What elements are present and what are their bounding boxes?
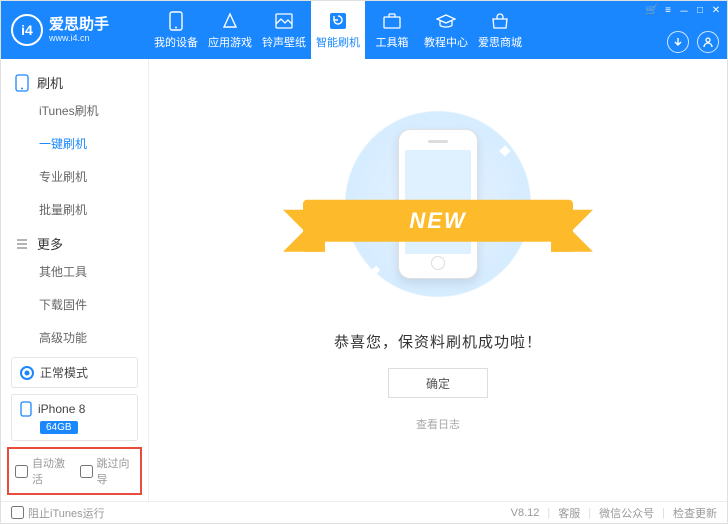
cart-icon[interactable]: 🛒 [647, 5, 657, 15]
sparkle-icon [499, 145, 510, 156]
brand-name: 爱思助手 [49, 17, 109, 33]
user-button[interactable] [697, 31, 719, 53]
view-log-link[interactable]: 查看日志 [416, 416, 460, 432]
menu-icon[interactable]: ≡ [663, 5, 673, 15]
block-itunes-checkbox[interactable]: 阻止iTunes运行 [11, 505, 105, 521]
nav-ringtone[interactable]: 铃声壁纸 [257, 1, 311, 59]
sidebar-item-onekey-flash[interactable]: 一键刷机 [1, 127, 148, 160]
sidebar-item-itunes-flash[interactable]: iTunes刷机 [1, 94, 148, 127]
phone-icon [15, 74, 29, 92]
update-link[interactable]: 检查更新 [673, 505, 717, 521]
graduation-icon [436, 11, 456, 31]
sidebar-item-batch-flash[interactable]: 批量刷机 [1, 193, 148, 226]
wechat-link[interactable]: 微信公众号 [599, 505, 654, 521]
sidebar-item-download-fw[interactable]: 下载固件 [1, 288, 148, 321]
main-panel: NEW 恭喜您，保资料刷机成功啦！ 确定 查看日志 [149, 59, 727, 501]
nav-store[interactable]: 爱思商城 [473, 1, 527, 59]
minimize-icon[interactable]: － [679, 5, 689, 15]
mode-label: 正常模式 [40, 364, 88, 381]
success-message: 恭喜您，保资料刷机成功啦！ [334, 331, 542, 352]
nav-tutorial[interactable]: 教程中心 [419, 1, 473, 59]
sparkle-icon [372, 266, 380, 274]
sidebar-group-more: 更多 [1, 232, 148, 255]
status-bar: 阻止iTunes运行 V8.12 | 客服 | 微信公众号 | 检查更新 [1, 501, 727, 523]
sidebar: 刷机 iTunes刷机 一键刷机 专业刷机 批量刷机 更多 其他工具 下载固件 … [1, 59, 149, 501]
close-icon[interactable]: ✕ [711, 5, 721, 15]
top-nav: 我的设备 应用游戏 铃声壁纸 智能刷机 工具箱 教程中心 爱思商城 [149, 1, 727, 59]
briefcase-icon [382, 11, 402, 31]
nav-toolbox[interactable]: 工具箱 [365, 1, 419, 59]
capacity-badge: 64GB [40, 421, 78, 434]
sparkle-icon [359, 127, 370, 138]
app-header: i4 爱思助手 www.i4.cn 我的设备 应用游戏 铃声壁纸 智能刷机 工具… [1, 1, 727, 59]
brand: i4 爱思助手 www.i4.cn [1, 1, 149, 59]
ok-button[interactable]: 确定 [388, 368, 488, 398]
sidebar-item-other-tools[interactable]: 其他工具 [1, 255, 148, 288]
image-icon [274, 11, 294, 31]
mode-dot-icon [20, 366, 34, 380]
phone-icon [166, 11, 186, 31]
auto-activate-checkbox[interactable]: 自动激活 [15, 455, 70, 487]
nav-flash[interactable]: 智能刷机 [311, 1, 365, 59]
device-phone-icon [20, 401, 32, 417]
download-button[interactable] [667, 31, 689, 53]
device-name: iPhone 8 [38, 402, 85, 416]
support-link[interactable]: 客服 [558, 505, 580, 521]
option-row: 自动激活 跳过向导 [7, 447, 142, 495]
maximize-icon[interactable]: □ [695, 5, 705, 15]
refresh-icon [328, 11, 348, 31]
device-box[interactable]: iPhone 8 64GB [11, 394, 138, 441]
appstore-icon [220, 11, 240, 31]
brand-url: www.i4.cn [49, 33, 109, 44]
list-icon [15, 237, 29, 251]
new-ribbon: NEW [303, 200, 573, 242]
ribbon-text: NEW [303, 200, 573, 242]
nav-my-device[interactable]: 我的设备 [149, 1, 203, 59]
store-icon [490, 11, 510, 31]
nav-apps[interactable]: 应用游戏 [203, 1, 257, 59]
sidebar-group-flash: 刷机 [1, 71, 148, 94]
brand-logo-icon: i4 [11, 14, 43, 46]
window-controls: 🛒 ≡ － □ ✕ [647, 5, 721, 15]
skip-guide-checkbox[interactable]: 跳过向导 [80, 455, 135, 487]
version-label: V8.12 [511, 507, 540, 519]
mode-box[interactable]: 正常模式 [11, 357, 138, 388]
sidebar-item-advanced[interactable]: 高级功能 [1, 321, 148, 354]
sidebar-item-pro-flash[interactable]: 专业刷机 [1, 160, 148, 193]
success-illustration: NEW [333, 99, 543, 309]
